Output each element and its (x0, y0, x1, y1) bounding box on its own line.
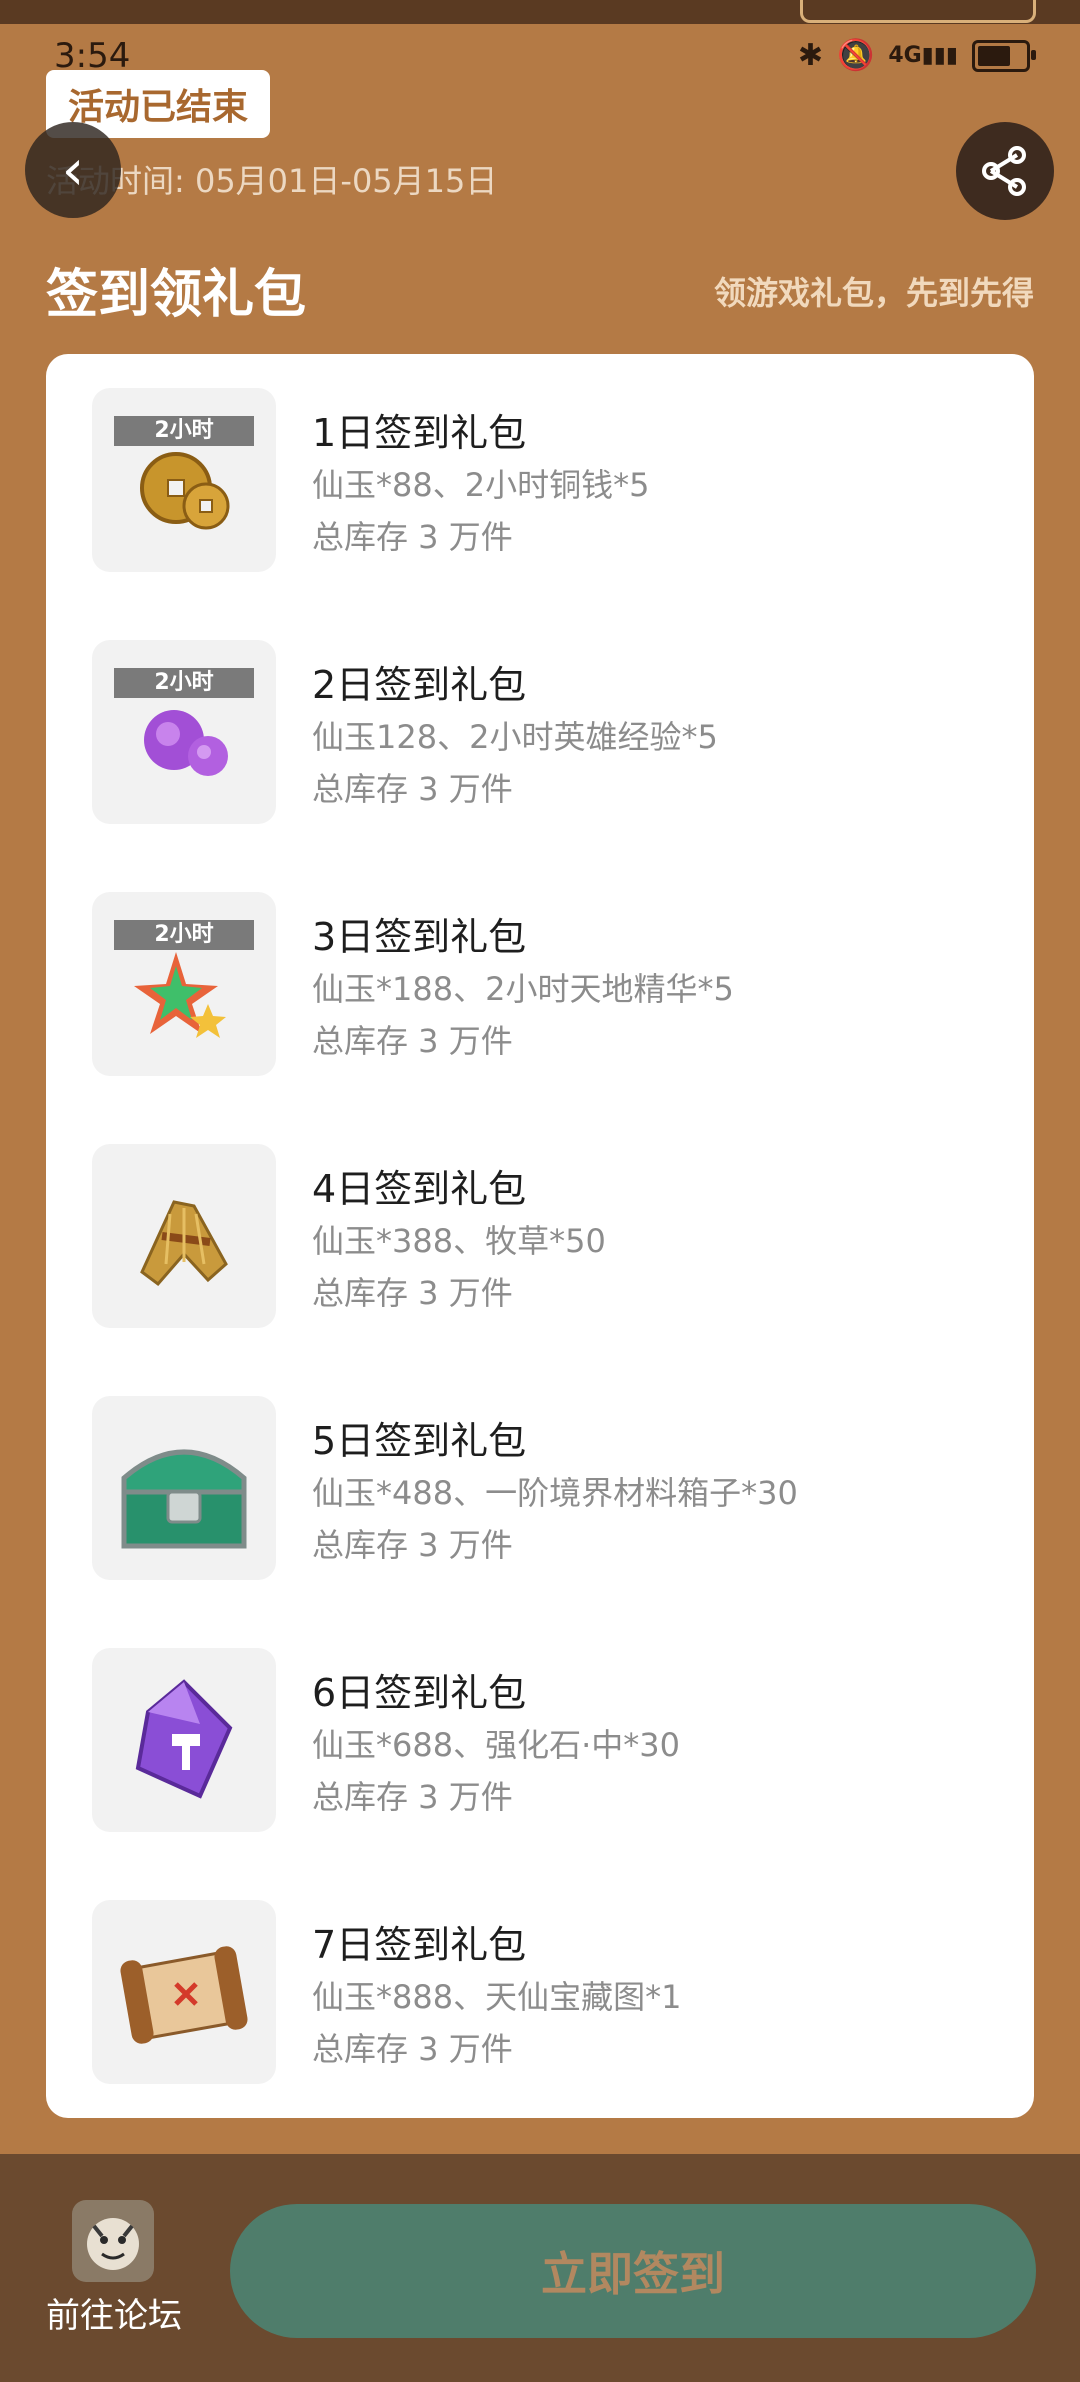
status-icons: ✱ 🔕 4G▮▮▮ (797, 38, 1036, 73)
duration-tag: 2小时 (114, 920, 254, 950)
gift-thumbnail (92, 1648, 276, 1832)
treasure-chest-icon (121, 1449, 247, 1549)
mute-bell-icon: 🔕 (836, 38, 875, 73)
duration-tag: 2小时 (114, 668, 254, 698)
gift-stock: 总库存 3 万件 (312, 518, 513, 556)
gift-item[interactable]: 4日签到礼包 仙玉*388、牧草*50 总库存 3 万件 (92, 1144, 992, 1328)
gift-description: 仙玉*188、2小时天地精华*5 (312, 970, 734, 1008)
gift-title: 6日签到礼包 (312, 1671, 527, 1715)
gift-title: 7日签到礼包 (312, 1923, 527, 1967)
gift-thumbnail (92, 1144, 276, 1328)
gift-item[interactable]: 2小时 2日签到礼包 仙玉128、2小时英雄经验*5 总库存 3 万件 (92, 640, 992, 824)
gift-stock: 总库存 3 万件 (312, 1778, 513, 1816)
tiger-avatar-icon (72, 2200, 154, 2282)
enhance-stone-icon (135, 1679, 233, 1799)
gift-stock: 总库存 3 万件 (312, 1526, 513, 1564)
battery-icon (972, 39, 1036, 72)
gift-thumbnail (92, 1900, 276, 2084)
duration-tag: 2小时 (114, 416, 254, 446)
gift-thumbnail: 2小时 (92, 892, 276, 1076)
share-icon (982, 146, 1026, 196)
forum-link-label[interactable]: 前往论坛 (46, 2288, 182, 2337)
gift-item[interactable]: 5日签到礼包 仙玉*488、一阶境界材料箱子*30 总库存 3 万件 (92, 1396, 992, 1580)
gift-item[interactable]: 2小时 3日签到礼包 仙玉*188、2小时天地精华*5 总库存 3 万件 (92, 892, 992, 1076)
gift-stock: 总库存 3 万件 (312, 770, 513, 808)
bluetooth-icon: ✱ (797, 38, 823, 73)
gift-title: 1日签到礼包 (312, 411, 527, 455)
gift-item[interactable]: 7日签到礼包 仙玉*888、天仙宝藏图*1 总库存 3 万件 (92, 1900, 992, 2084)
hay-icon (140, 1200, 228, 1287)
banner-frame (800, 0, 1036, 23)
gift-title: 5日签到礼包 (312, 1419, 527, 1463)
gift-title: 3日签到礼包 (312, 915, 527, 959)
signal-icon: 4G▮▮▮ (888, 43, 958, 68)
gift-thumbnail: 2小时 (92, 640, 276, 824)
gift-item[interactable]: 6日签到礼包 仙玉*688、强化石·中*30 总库存 3 万件 (92, 1648, 992, 1832)
gift-title: 4日签到礼包 (312, 1167, 527, 1211)
back-button[interactable]: ‹ (25, 122, 121, 218)
gift-list-card: 2小时 1日签到礼包 仙玉*88、2小时铜钱*5 总库存 3 万件 2小时 2日… (46, 354, 1034, 2118)
share-button[interactable] (956, 122, 1054, 220)
gift-item[interactable]: 2小时 1日签到礼包 仙玉*88、2小时铜钱*5 总库存 3 万件 (92, 388, 992, 572)
forum-app-icon[interactable] (72, 2200, 154, 2282)
gift-description: 仙玉*888、天仙宝藏图*1 (312, 1978, 682, 2016)
checkin-button[interactable]: 立即签到 (230, 2204, 1036, 2338)
gift-stock: 总库存 3 万件 (312, 1274, 513, 1312)
treasure-map-icon (120, 1946, 248, 2044)
gift-description: 仙玉*688、强化石·中*30 (312, 1726, 680, 1764)
section-subtitle: 领游戏礼包，先到先得 (713, 274, 1034, 312)
gift-thumbnail (92, 1396, 276, 1580)
gift-stock: 总库存 3 万件 (312, 2030, 513, 2068)
gift-thumbnail: 2小时 (92, 388, 276, 572)
gift-title: 2日签到礼包 (312, 663, 527, 707)
gift-stock: 总库存 3 万件 (312, 1022, 513, 1060)
gift-description: 仙玉*88、2小时铜钱*5 (312, 466, 650, 504)
section-title: 签到领礼包 (46, 265, 307, 325)
gift-description: 仙玉128、2小时英雄经验*5 (312, 718, 718, 756)
gift-description: 仙玉*388、牧草*50 (312, 1222, 606, 1260)
chevron-left-icon: ‹ (61, 137, 85, 203)
gift-description: 仙玉*488、一阶境界材料箱子*30 (312, 1474, 798, 1512)
top-strip (0, 0, 1080, 24)
